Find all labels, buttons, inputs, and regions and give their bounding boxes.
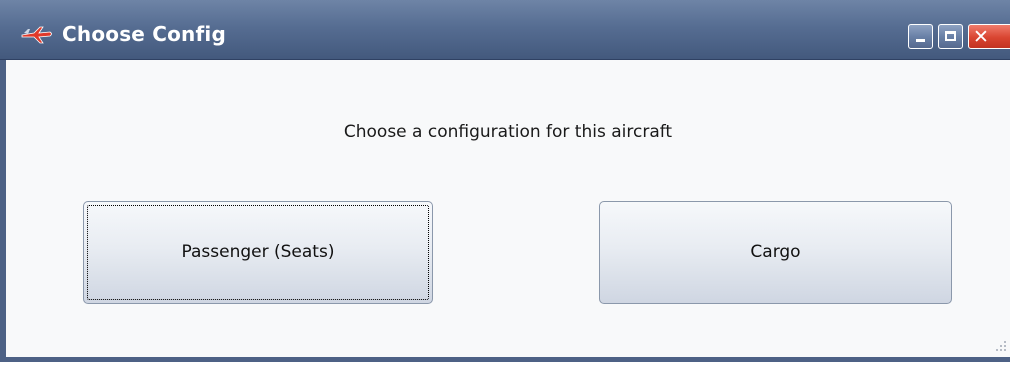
close-button[interactable]: ✕ — [968, 24, 1010, 49]
cargo-button[interactable]: Cargo — [599, 201, 952, 304]
minimize-button[interactable] — [908, 24, 933, 49]
aircraft-icon — [21, 26, 52, 44]
minimize-icon — [916, 39, 925, 42]
maximize-button[interactable] — [938, 24, 963, 49]
maximize-icon — [945, 31, 956, 41]
passenger-button[interactable]: Passenger (Seats) — [83, 201, 433, 304]
resize-grip-icon[interactable] — [996, 341, 1006, 351]
choose-config-window: Choose Config ✕ Choose a configuration f… — [0, 0, 1010, 362]
window-title: Choose Config — [62, 22, 226, 46]
close-icon: ✕ — [973, 26, 989, 48]
config-prompt: Choose a configuration for this aircraft — [343, 122, 673, 142]
title-bar[interactable]: Choose Config ✕ — [0, 0, 1010, 60]
